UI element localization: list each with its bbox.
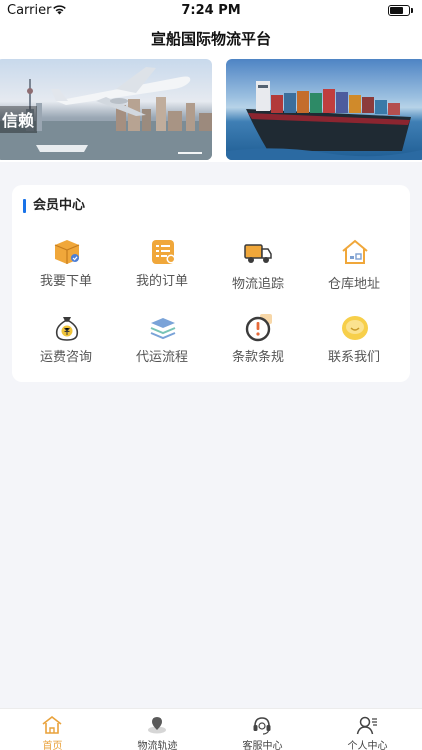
- layers-icon: [150, 318, 176, 340]
- section-title: 会员中心: [23, 198, 85, 214]
- shipping-process-button[interactable]: 代运流程: [114, 313, 210, 383]
- shipping-cost-inquiry-button[interactable]: 运费咨询: [18, 313, 114, 383]
- tab-customer-service-label: 客服中心: [242, 741, 283, 750]
- logistics-tracking-label: 物流追踪: [231, 277, 284, 292]
- chat-icon: [342, 316, 368, 340]
- headset-icon: [253, 717, 271, 735]
- place-order-button[interactable]: 我要下单: [18, 237, 114, 307]
- tab-logistics-track-label: 物流轨迹: [137, 741, 178, 750]
- shipping-process-label: 代运流程: [135, 350, 188, 365]
- battery-icon: [388, 5, 413, 16]
- contact-us-label: 联系我们: [327, 350, 380, 365]
- money-bag-icon: [55, 317, 79, 341]
- status-bar: Carrier 7:24 PM: [0, 0, 422, 22]
- banner-carousel[interactable]: 信赖: [0, 58, 422, 162]
- tab-customer-service[interactable]: 客服中心: [210, 709, 315, 750]
- warehouse-icon: [342, 239, 368, 264]
- my-orders-label: 我的订单: [135, 274, 188, 289]
- truck-icon: [244, 244, 272, 263]
- banner-slide-airplane[interactable]: 信赖: [0, 59, 212, 160]
- clock: 7:24 PM: [181, 3, 241, 18]
- shipping-cost-inquiry-label: 运费咨询: [39, 350, 92, 365]
- warehouse-address-button[interactable]: 仓库地址: [306, 237, 402, 307]
- order-list-icon: [152, 240, 176, 264]
- contact-us-button[interactable]: 联系我们: [306, 313, 402, 383]
- terms-button[interactable]: 条款条规: [210, 313, 306, 383]
- tab-logistics-track[interactable]: 物流轨迹: [105, 709, 210, 750]
- logistics-tracking-button[interactable]: 物流追踪: [210, 237, 306, 307]
- exclamation-icon: [245, 314, 272, 342]
- cargo-ship-image: [226, 81, 422, 160]
- my-orders-button[interactable]: 我的订单: [114, 237, 210, 307]
- banner-caption: 信赖: [0, 106, 38, 133]
- package-icon: [54, 240, 80, 264]
- place-order-label: 我要下单: [39, 274, 92, 289]
- tab-profile-label: 个人中心: [347, 741, 388, 750]
- warehouse-address-label: 仓库地址: [327, 277, 380, 292]
- user-icon: [356, 716, 377, 735]
- tab-home-label: 首页: [42, 741, 63, 750]
- terms-label: 条款条规: [231, 350, 284, 365]
- tab-home[interactable]: 首页: [0, 709, 105, 750]
- banner-slide-cargo-ship[interactable]: [226, 59, 422, 160]
- tab-bar: 首页 物流轨迹 客服中心 个人中心: [0, 708, 422, 750]
- page-title: 宣船国际物流平台: [150, 30, 271, 48]
- location-pin-icon: [148, 717, 166, 734]
- nav-bar: 宣船国际物流平台: [0, 22, 422, 58]
- member-center-card: 会员中心 我要下单 我的订单 物流追踪 仓库地址 运费咨询 代运流程 条款条规 …: [12, 185, 410, 382]
- tab-profile[interactable]: 个人中心: [315, 709, 420, 750]
- home-icon: [42, 715, 62, 734]
